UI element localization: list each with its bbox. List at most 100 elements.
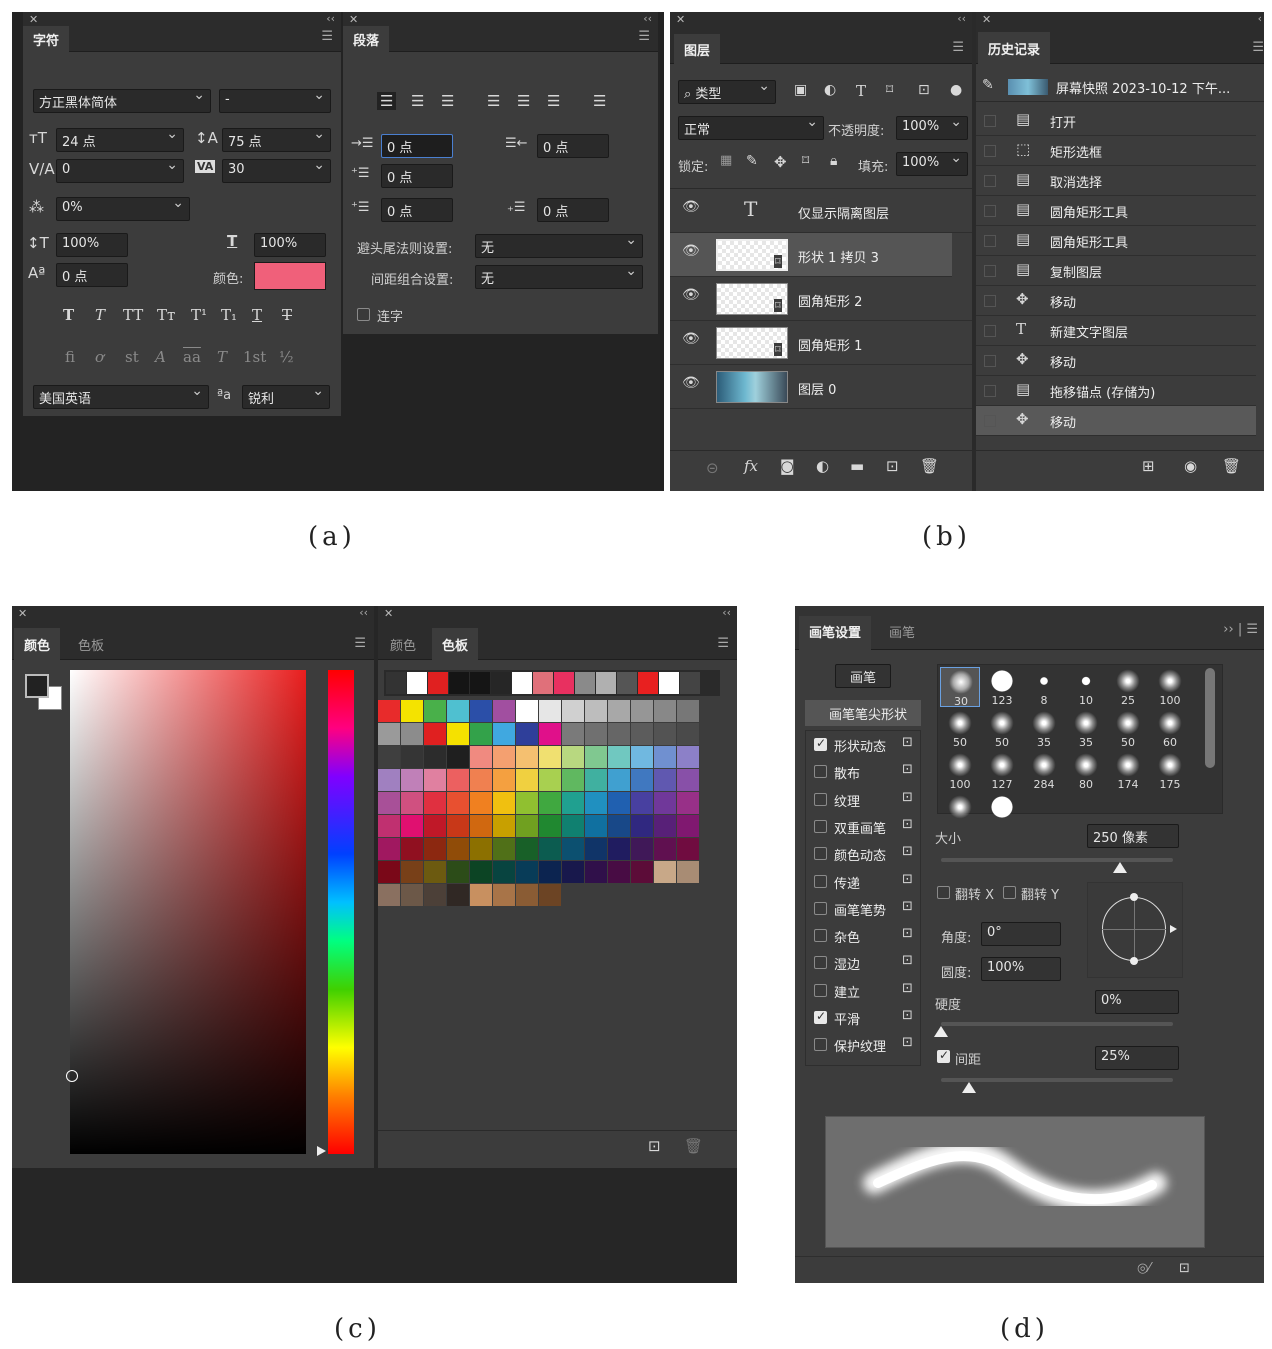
brush-option-checkbox[interactable] xyxy=(814,1009,827,1024)
swatch[interactable] xyxy=(585,838,607,860)
justify-last-left-icon[interactable]: ☰ xyxy=(487,92,500,110)
indent-first-line-input[interactable]: 0 点 xyxy=(381,164,453,188)
swatch[interactable] xyxy=(378,746,400,768)
trash-icon[interactable]: 🗑︎ xyxy=(684,1137,703,1155)
swatch[interactable] xyxy=(516,746,538,768)
history-source-box[interactable] xyxy=(984,355,996,367)
history-source-box[interactable] xyxy=(984,235,996,247)
swatch[interactable] xyxy=(401,815,423,837)
smart-object-filter-icon[interactable]: ⊡ xyxy=(918,82,930,98)
swatch[interactable] xyxy=(424,792,446,814)
history-item[interactable]: ✥ 移动 xyxy=(976,406,1256,436)
swatch[interactable] xyxy=(378,723,400,745)
foreground-color-chip[interactable] xyxy=(25,674,49,698)
size-input[interactable]: 250 像素 xyxy=(1087,824,1179,848)
swatch[interactable] xyxy=(516,815,538,837)
brush-option-checkbox[interactable] xyxy=(814,929,827,943)
blend-mode-select[interactable]: 正常 xyxy=(678,116,824,140)
swatch[interactable] xyxy=(401,769,423,791)
swatch[interactable] xyxy=(539,746,561,768)
swatch[interactable] xyxy=(447,746,469,768)
panel-menu-icon[interactable]: ☰ xyxy=(638,29,650,44)
brush-tip[interactable]: 35 xyxy=(1024,709,1064,749)
tab-character[interactable]: 字符 xyxy=(23,26,70,52)
swatch[interactable] xyxy=(378,769,400,791)
swatch[interactable] xyxy=(585,723,607,745)
visibility-eye-icon[interactable]: 👁︎ xyxy=(682,243,700,259)
swatch[interactable] xyxy=(677,861,699,883)
font-size-input[interactable]: 24 点 xyxy=(56,128,184,152)
brush-tip-scrollbar[interactable] xyxy=(1205,668,1215,768)
roundness-input[interactable]: 100% xyxy=(981,957,1061,981)
swatch[interactable] xyxy=(378,815,400,837)
expand-menu-icon[interactable]: ›› | ☰ xyxy=(1223,622,1258,637)
flip-x-checkbox[interactable] xyxy=(937,886,950,899)
recent-swatch[interactable] xyxy=(533,672,553,694)
superscript-button[interactable]: T¹ xyxy=(191,306,207,324)
indent-right-input[interactable]: 0 点 xyxy=(537,134,609,158)
brush-option-checkbox[interactable] xyxy=(814,819,827,833)
size-slider-track[interactable] xyxy=(941,858,1173,862)
brush-tip[interactable]: 10 xyxy=(1066,667,1106,707)
swatch[interactable] xyxy=(585,746,607,768)
opacity-input[interactable]: 100% xyxy=(896,116,968,140)
swatch[interactable] xyxy=(539,792,561,814)
tab-color[interactable]: 颜色 xyxy=(14,628,61,660)
history-source-box[interactable] xyxy=(984,265,996,277)
hardness-slider-handle[interactable] xyxy=(934,1026,948,1037)
swatch[interactable] xyxy=(516,792,538,814)
swatch[interactable] xyxy=(447,815,469,837)
baseline-input[interactable]: 0 点 xyxy=(56,263,128,287)
swatch[interactable] xyxy=(493,700,515,722)
align-left-icon[interactable]: ☰ xyxy=(377,92,397,110)
titling-alternates-button[interactable]: T xyxy=(217,348,227,366)
swatch[interactable] xyxy=(539,769,561,791)
brush-option-checkbox[interactable] xyxy=(814,983,827,997)
swatch[interactable] xyxy=(470,884,492,906)
brush-tip[interactable]: 175 xyxy=(1150,751,1190,791)
swatch[interactable] xyxy=(539,861,561,883)
swatch[interactable] xyxy=(654,861,676,883)
swatch[interactable] xyxy=(539,700,561,722)
lock-artboard-icon[interactable]: ⌑ xyxy=(802,153,809,169)
brush-tip[interactable]: 100 xyxy=(1150,667,1190,707)
swatch[interactable] xyxy=(631,861,653,883)
brush-option-checkbox[interactable] xyxy=(814,901,827,915)
swatch[interactable] xyxy=(424,769,446,791)
spacing-input[interactable]: 25% xyxy=(1095,1046,1179,1070)
subscript-button[interactable]: T₁ xyxy=(221,306,237,324)
swatch[interactable] xyxy=(608,769,630,791)
hue-slider-handle[interactable] xyxy=(317,1146,326,1156)
swatch[interactable] xyxy=(562,769,584,791)
history-item[interactable]: T 新建文字图层 xyxy=(976,316,1256,346)
spacing-checkbox[interactable] xyxy=(937,1048,950,1063)
tab-color[interactable]: 颜色 xyxy=(380,628,426,660)
camera-icon[interactable]: ◉ xyxy=(1184,457,1197,475)
panel-menu-icon[interactable]: ☰ xyxy=(321,29,333,44)
swatch[interactable] xyxy=(539,884,561,906)
lock-icon[interactable]: ⊡ xyxy=(902,1035,913,1050)
swatch[interactable] xyxy=(470,700,492,722)
lock-all-icon[interactable]: 🔒︎ xyxy=(830,153,837,169)
text-color-swatch[interactable] xyxy=(254,262,326,290)
panel-menu-icon[interactable]: ☰ xyxy=(354,636,366,651)
lock-icon[interactable]: ⊡ xyxy=(902,1008,913,1023)
swatch[interactable] xyxy=(516,769,538,791)
size-slider-handle[interactable] xyxy=(1112,862,1127,873)
lock-icon[interactable]: ⊡ xyxy=(902,926,913,941)
space-before-input[interactable]: 0 点 xyxy=(381,198,453,222)
mask-icon[interactable]: ◙ xyxy=(780,457,795,475)
leading-input[interactable]: 75 点 xyxy=(222,128,331,152)
tab-swatches[interactable]: 色板 xyxy=(68,628,114,660)
layer-row[interactable]: 👁︎ ⌑ 圆角矩形 1 xyxy=(670,321,972,365)
new-document-from-state-icon[interactable]: ⊞ xyxy=(1142,457,1155,475)
swatch[interactable] xyxy=(447,884,469,906)
swatch[interactable] xyxy=(631,792,653,814)
history-item[interactable]: ▤ 取消选择 xyxy=(976,166,1256,196)
swatch[interactable] xyxy=(470,815,492,837)
align-right-icon[interactable]: ☰ xyxy=(441,92,454,110)
swatch[interactable] xyxy=(631,769,653,791)
layer-row[interactable]: 👁︎ ⌑ 形状 1 拷贝 3 xyxy=(670,233,952,277)
history-item[interactable]: ▤ 复制图层 xyxy=(976,256,1256,286)
faux-bold-button[interactable]: T xyxy=(63,306,74,324)
